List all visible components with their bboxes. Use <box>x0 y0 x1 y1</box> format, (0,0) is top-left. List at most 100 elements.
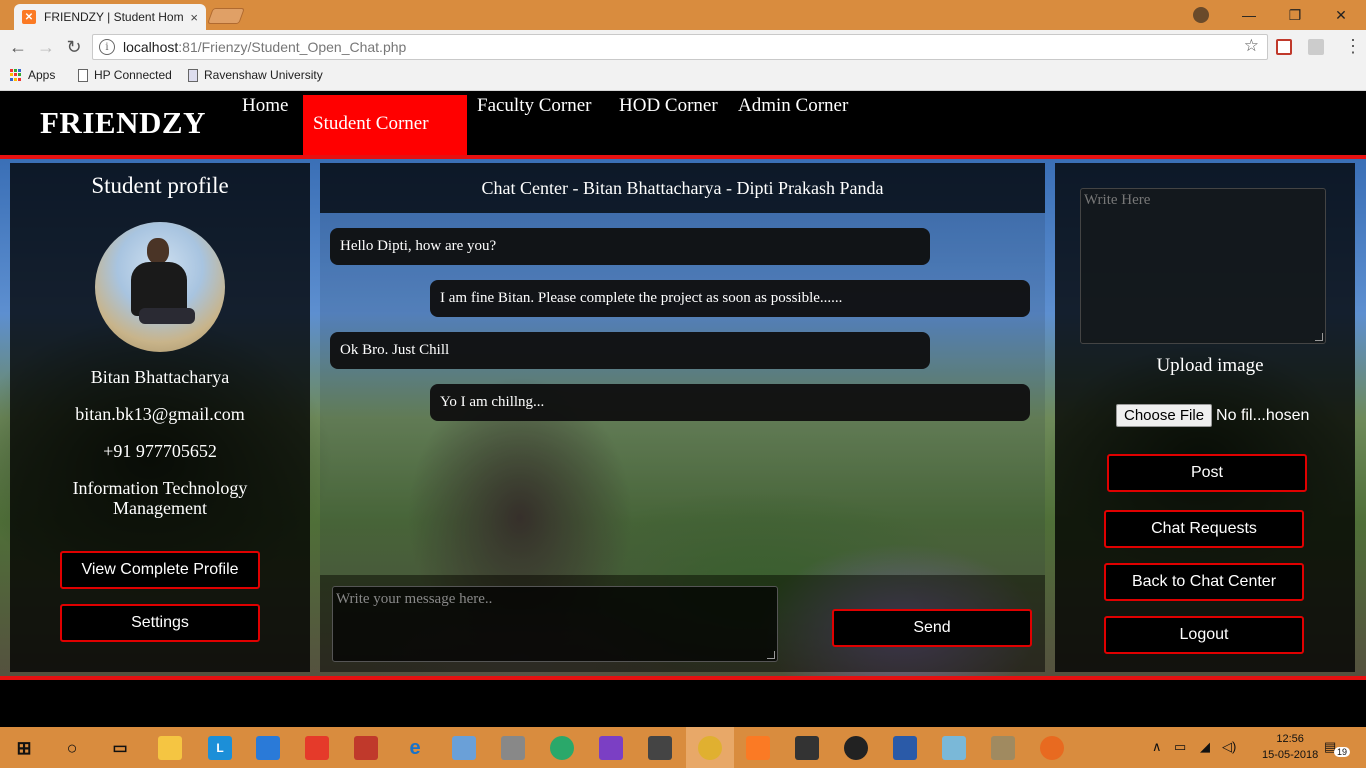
visual-studio-icon[interactable] <box>599 736 623 760</box>
url-host: localhost <box>123 39 179 55</box>
edge-icon[interactable]: e <box>403 736 427 760</box>
nav-admin-corner[interactable]: Admin Corner <box>738 95 848 117</box>
wpm-icon[interactable] <box>844 736 868 760</box>
logout-button[interactable]: Logout <box>1104 616 1304 654</box>
browser-toolbar: ← → ↻ i localhost:81/Frienzy/Student_Ope… <box>0 30 1366 64</box>
bookmark-apps[interactable]: Apps <box>10 68 55 82</box>
battery-icon[interactable]: ▭ <box>1174 739 1186 755</box>
bookmark-label: HP Connected <box>94 68 172 82</box>
restore-button[interactable]: ❐ <box>1272 0 1318 30</box>
file-input[interactable]: Choose File No fil...hosen <box>1116 404 1309 427</box>
browser-tab-active[interactable]: ✕ FRIENDZY | Student Hom × <box>14 4 206 30</box>
nav-student-corner[interactable]: Student Corner <box>303 95 467 155</box>
choose-file-button[interactable]: Choose File <box>1116 404 1213 427</box>
mcafee-icon[interactable] <box>354 736 378 760</box>
firefox-icon[interactable] <box>1040 736 1064 760</box>
header-divider <box>0 155 1366 159</box>
page-icon <box>78 68 88 82</box>
chat-requests-button[interactable]: Chat Requests <box>1104 510 1304 548</box>
sublime-icon[interactable] <box>648 736 672 760</box>
file-explorer-icon[interactable] <box>158 736 182 760</box>
site-footer <box>0 682 1366 727</box>
task-view-icon[interactable]: ▭ <box>108 736 132 760</box>
address-bar[interactable]: i localhost:81/Frienzy/Student_Open_Chat… <box>92 34 1268 60</box>
chat-message-received: Ok Bro. Just Chill <box>330 332 930 369</box>
l-app-icon[interactable]: L <box>208 736 232 760</box>
post-textarea[interactable]: Write Here <box>1080 188 1326 344</box>
tray-chevron-icon[interactable]: ∧ <box>1152 739 1162 755</box>
store-icon[interactable] <box>256 736 280 760</box>
profile-panel: Student profile Bitan Bhattacharya bitan… <box>10 163 310 672</box>
volume-icon[interactable]: ◁) <box>1222 739 1236 755</box>
site-logo[interactable]: FRIENDZY <box>40 105 206 141</box>
resize-handle-icon[interactable] <box>767 651 775 659</box>
profile-department: Information Technology Management <box>72 478 248 518</box>
system-clock[interactable]: 12:56 15-05-2018 <box>1262 731 1318 763</box>
minimize-button[interactable]: — <box>1226 0 1272 30</box>
chat-message-received: Hello Dipti, how are you? <box>330 228 930 265</box>
apps-grid-icon <box>10 69 22 81</box>
profile-title: Student profile <box>91 173 229 198</box>
view-complete-profile-button[interactable]: View Complete Profile <box>60 551 260 589</box>
extension-pdf-icon[interactable] <box>1308 39 1324 55</box>
footer-divider <box>0 676 1366 680</box>
tab-title: FRIENDZY | Student Hom <box>44 10 184 24</box>
browser-menu-icon[interactable]: ⋮ <box>1344 36 1362 57</box>
back-to-chat-center-button[interactable]: Back to Chat Center <box>1104 563 1304 601</box>
bookmark-hp-connected[interactable]: HP Connected <box>78 68 172 82</box>
atom-icon[interactable] <box>550 736 574 760</box>
web-page: FRIENDZY Home Student Corner Faculty Cor… <box>0 91 1366 727</box>
notes-icon[interactable] <box>942 736 966 760</box>
message-placeholder: Write your message here.. <box>336 591 493 607</box>
post-button[interactable]: Post <box>1107 454 1307 492</box>
extension-shield-icon[interactable] <box>1276 39 1292 55</box>
profile-name: Bitan Bhattacharya <box>90 367 230 387</box>
post-placeholder: Write Here <box>1084 192 1151 208</box>
new-tab-button[interactable] <box>207 8 245 24</box>
info-icon[interactable]: i <box>99 39 115 55</box>
bookmark-ravenshaw[interactable]: Ravenshaw University <box>188 68 323 82</box>
clock-time: 12:56 <box>1276 733 1304 745</box>
chat-message-sent: Yo I am chillng... <box>430 384 1030 421</box>
bookmarks-bar: Apps HP Connected Ravenshaw University <box>0 64 1366 91</box>
nav-faculty-corner[interactable]: Faculty Corner <box>477 95 592 117</box>
file-status: No fil...hosen <box>1216 406 1310 424</box>
notification-badge: 19 <box>1334 747 1351 757</box>
back-arrow-icon[interactable]: ← <box>7 36 29 58</box>
bookmark-label: Apps <box>28 68 56 82</box>
browser-profile-icon[interactable] <box>1193 7 1209 23</box>
nav-hod-corner[interactable]: HOD Corner <box>619 95 718 117</box>
profile-email: bitan.bk13@gmail.com <box>75 404 245 424</box>
avatar <box>95 222 225 352</box>
chrome-icon[interactable] <box>698 736 722 760</box>
tools-icon[interactable] <box>501 736 525 760</box>
cortana-icon[interactable]: ○ <box>60 736 84 760</box>
network-icon[interactable]: ◢ <box>1200 739 1210 755</box>
virtualbox-icon[interactable] <box>452 736 476 760</box>
bookmark-star-icon[interactable]: ☆ <box>1244 36 1259 56</box>
windows-start-icon[interactable]: ⊞ <box>12 736 36 760</box>
terminal-icon[interactable] <box>795 736 819 760</box>
xampp-icon[interactable] <box>746 736 770 760</box>
windows-taskbar: ⊞ ○ ▭ L e ∧ ▭ ◢ ◁) 12:56 15-05-2018 ▤ 19 <box>0 727 1366 768</box>
site-icon <box>188 68 198 82</box>
nav-home[interactable]: Home <box>242 95 288 117</box>
word-icon[interactable] <box>893 736 917 760</box>
forward-arrow-icon[interactable]: → <box>35 36 57 58</box>
message-input[interactable]: Write your message here.. <box>332 586 778 662</box>
bookmark-label: Ravenshaw University <box>204 68 323 82</box>
reload-icon[interactable]: ↻ <box>63 36 85 58</box>
red-app-icon[interactable] <box>305 736 329 760</box>
upload-image-label: Upload image <box>1156 355 1264 376</box>
send-button[interactable]: Send <box>832 609 1032 647</box>
chat-title: Chat Center - Bitan Bhattacharya - Dipti… <box>320 163 1045 213</box>
url-path: :81/Frienzy/Student_Open_Chat.php <box>178 39 407 55</box>
resize-handle-icon[interactable] <box>1315 333 1323 341</box>
paint-icon[interactable] <box>991 736 1015 760</box>
site-header: FRIENDZY Home Student Corner Faculty Cor… <box>0 91 1366 155</box>
tab-close-icon[interactable]: × <box>190 10 198 25</box>
close-window-button[interactable]: ✕ <box>1318 0 1364 30</box>
settings-button[interactable]: Settings <box>60 604 260 642</box>
xampp-favicon-icon: ✕ <box>22 10 36 24</box>
chat-message-sent: I am fine Bitan. Please complete the pro… <box>430 280 1030 317</box>
